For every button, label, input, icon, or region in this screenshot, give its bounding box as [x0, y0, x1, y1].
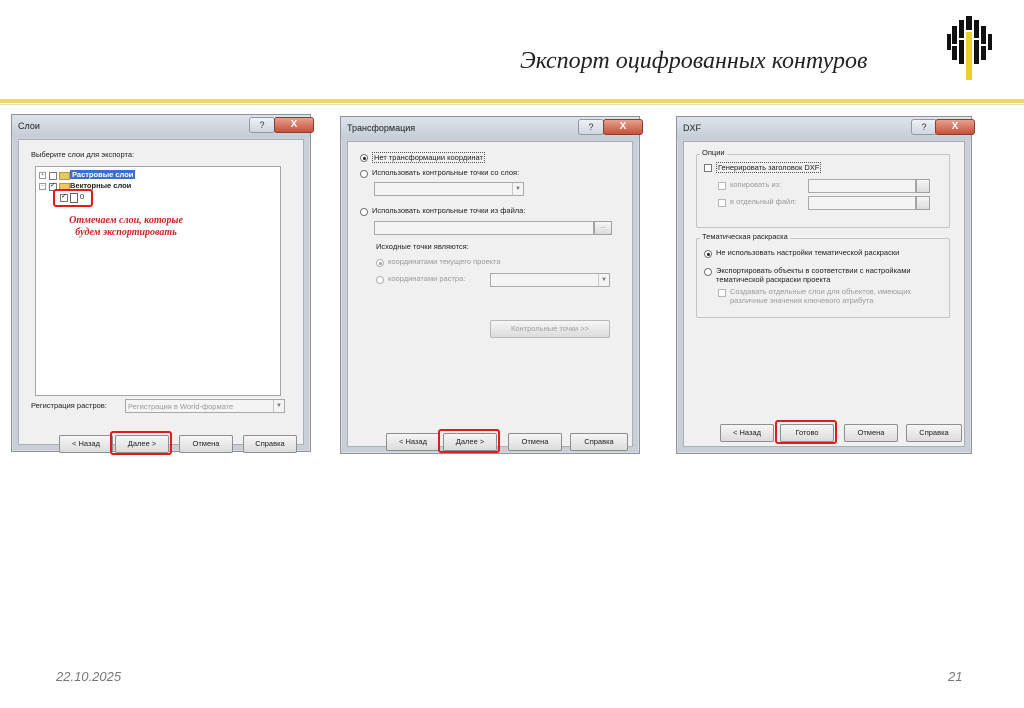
points-from-layer-radio[interactable]: [360, 170, 368, 178]
slide-date: 22.10.2025: [56, 669, 122, 684]
cancel-button[interactable]: Отмена: [179, 435, 233, 453]
help-title-button[interactable]: ?: [578, 119, 604, 135]
slide-page-number: 21: [948, 669, 963, 684]
raster-layers-checkbox[interactable]: [49, 172, 57, 180]
next-highlight-box: [438, 429, 500, 453]
export-thematic-label-2[interactable]: тематической раскраски проекта: [716, 275, 830, 284]
control-points-button[interactable]: Контрольные точки >>: [490, 320, 610, 338]
no-transform-label[interactable]: Нет трансформации координат: [372, 152, 485, 163]
collapse-vector-icon[interactable]: −: [39, 183, 46, 190]
layers-dialog-body: Выберите слои для экспорта: + Растровые …: [18, 139, 304, 455]
dxf-dialog-title: DXF: [683, 123, 701, 133]
export-thematic-label-1[interactable]: Экспортировать объекты в соответствии с …: [716, 266, 911, 275]
copy-from-label[interactable]: копировать из:: [730, 180, 781, 189]
export-layers-prompt: Выберите слои для экспорта:: [31, 150, 135, 159]
expand-raster-icon[interactable]: +: [39, 172, 46, 179]
close-title-button[interactable]: X: [274, 117, 314, 133]
points-from-layer-label[interactable]: Использовать контрольные точки со слоя:: [372, 168, 519, 177]
separate-file-input[interactable]: [808, 196, 916, 210]
help-button[interactable]: Справка: [906, 424, 962, 442]
copy-from-checkbox[interactable]: [718, 182, 726, 190]
transform-dialog-title: Трансформация: [347, 123, 416, 133]
separate-file-browse-button[interactable]: [916, 196, 930, 210]
dxf-dialog-body: Опции Генерировать заголовок DXF копиров…: [683, 141, 965, 447]
points-from-file-radio[interactable]: [360, 208, 368, 216]
chevron-down-icon: ▼: [512, 183, 523, 195]
slide-title: Экспорт оцифрованных контуров: [520, 48, 868, 74]
separate-file-label[interactable]: в отдельный файл:: [730, 197, 797, 206]
next-highlight-box: [110, 431, 172, 455]
raster-coords-select[interactable]: ▼: [490, 273, 610, 287]
no-transform-radio[interactable]: [360, 154, 368, 162]
finish-highlight-box: [775, 420, 837, 444]
cancel-button[interactable]: Отмена: [508, 433, 562, 451]
raster-registration-label: Регистрация растров:: [31, 401, 107, 410]
rosneft-logo-icon: [947, 16, 992, 80]
layers-note-line-1: Отмечаем слои, которые: [69, 215, 183, 226]
layers-note-line-2: будем экспортировать: [75, 227, 177, 238]
copy-from-input[interactable]: [808, 179, 916, 193]
separate-file-checkbox[interactable]: [718, 199, 726, 207]
transform-dialog-titlebar: Трансформация ? X: [341, 117, 643, 139]
export-thematic-radio[interactable]: [704, 268, 712, 276]
dxf-dialog: DXF ? X Опции Генерировать заголовок DXF…: [676, 116, 975, 454]
no-thematic-radio[interactable]: [704, 250, 712, 258]
thematic-group-label: Тематическая раскраска: [700, 232, 790, 241]
layers-dialog-title: Слои: [18, 121, 40, 131]
transform-dialog-body: Нет трансформации координат Использовать…: [347, 141, 633, 453]
gen-header-label[interactable]: Генерировать заголовок DXF: [716, 162, 822, 173]
transform-dialog: Трансформация ? X Нет трансформации коор…: [340, 116, 643, 454]
help-title-button[interactable]: ?: [911, 119, 937, 135]
layers-dialog: Слои ? X Выберите слои для экспорта: + Р…: [11, 114, 314, 455]
create-layers-checkbox[interactable]: [718, 289, 726, 297]
help-button[interactable]: Справка: [243, 435, 297, 453]
close-title-button[interactable]: X: [935, 119, 975, 135]
back-button[interactable]: < Назад: [386, 433, 440, 451]
src-project-radio[interactable]: [376, 259, 384, 267]
help-button[interactable]: Справка: [570, 433, 628, 451]
source-points-label: Исходные точки являются:: [376, 242, 469, 251]
raster-folder-icon: [59, 172, 70, 180]
gen-header-checkbox[interactable]: [704, 164, 712, 172]
header-rule: [0, 99, 1024, 103]
chevron-down-icon: ▼: [273, 400, 284, 412]
back-button[interactable]: < Назад: [720, 424, 774, 442]
help-title-button[interactable]: ?: [249, 117, 275, 133]
cancel-button[interactable]: Отмена: [844, 424, 898, 442]
layers-tree[interactable]: + Растровые слои − Векторные слои 0 Отме…: [35, 166, 281, 396]
create-layers-label-1[interactable]: Создавать отдельные слои для объектов, и…: [730, 287, 911, 296]
chevron-down-icon: ▼: [598, 274, 609, 286]
browse-file-button[interactable]: ...: [594, 221, 612, 235]
options-group-label: Опции: [700, 148, 727, 157]
raster-registration-value: Регистрация в World-формате: [128, 402, 234, 411]
back-button[interactable]: < Назад: [59, 435, 113, 453]
layer-select[interactable]: ▼: [374, 182, 524, 196]
dxf-dialog-titlebar: DXF ? X: [677, 117, 975, 139]
points-file-input[interactable]: [374, 221, 594, 235]
close-title-button[interactable]: X: [603, 119, 643, 135]
header-rule-thin: [0, 104, 1024, 105]
layers-dialog-titlebar: Слои ? X: [12, 115, 314, 137]
raster-layers-label[interactable]: Растровые слои: [70, 170, 136, 179]
src-raster-radio[interactable]: [376, 276, 384, 284]
no-thematic-label[interactable]: Не использовать настройки тематической р…: [716, 248, 899, 257]
raster-registration-select[interactable]: Регистрация в World-формате ▼: [125, 399, 285, 413]
src-raster-label[interactable]: координатами растра:: [388, 274, 465, 283]
layer-highlight-box: [53, 189, 93, 207]
points-from-file-label[interactable]: Использовать контрольные точки из файла:: [372, 206, 525, 215]
src-project-label[interactable]: координатами текущего проекта: [388, 257, 501, 266]
copy-from-browse-button[interactable]: [916, 179, 930, 193]
create-layers-label-2[interactable]: различные значения ключевого атрибута: [730, 296, 873, 305]
layers-note: Отмечаем слои, которые будем экспортиров…: [56, 215, 196, 239]
